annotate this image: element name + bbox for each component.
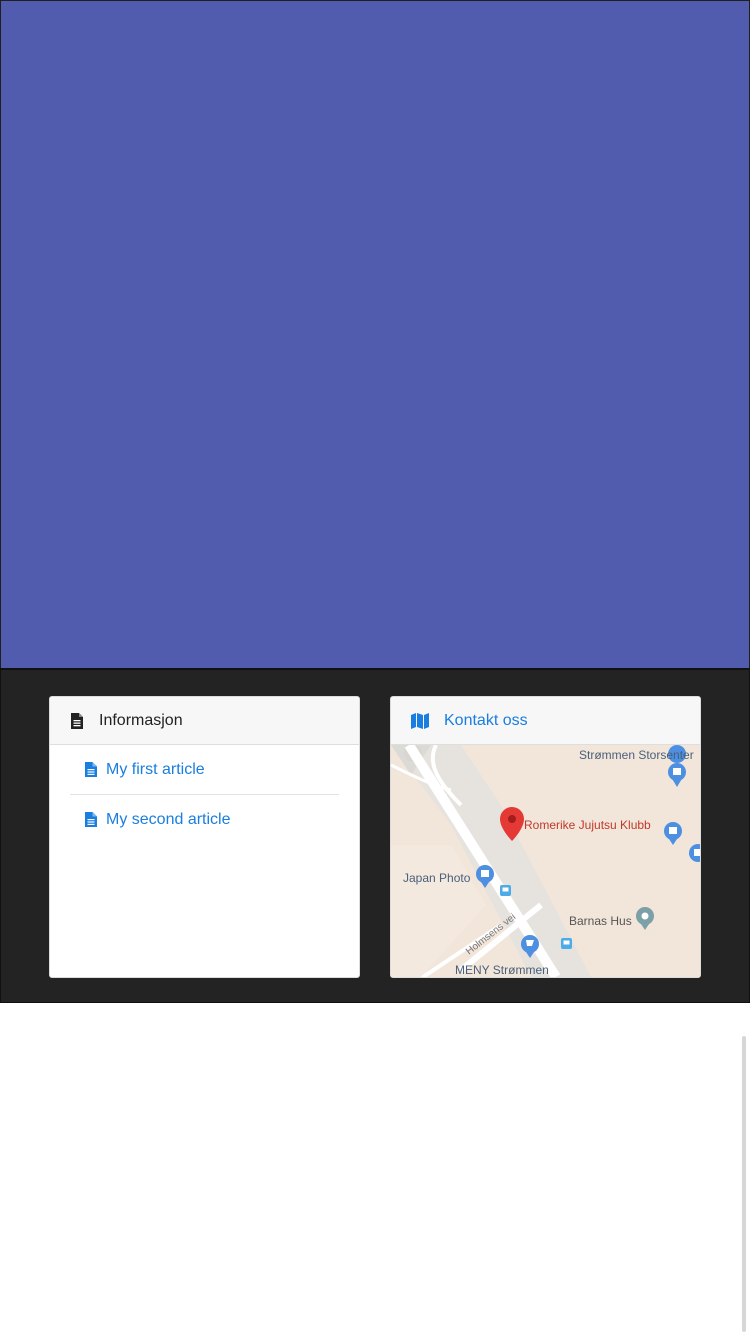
article-list: My first article My second article — [50, 745, 359, 844]
bus-stop-icon — [561, 938, 572, 949]
info-card: Informasjon My first article My second a… — [49, 696, 360, 978]
article-link-second[interactable]: My second article — [70, 795, 339, 844]
contact-card: Kontakt oss Strømmen Storsenter Romerike… — [390, 696, 701, 978]
map-label-barnas-hus: Barnas Hus — [569, 914, 632, 928]
footer: Informasjon My first article My second a… — [0, 668, 750, 1003]
article-link-label[interactable]: My first article — [106, 761, 205, 779]
contact-card-title[interactable]: Kontakt oss — [444, 712, 528, 730]
info-card-title: Informasjon — [99, 711, 183, 729]
map-label-club: Romerike Jujutsu Klubb — [524, 818, 651, 832]
scrollbar[interactable] — [742, 1036, 746, 1332]
map-icon — [411, 712, 429, 729]
location-map[interactable]: Strømmen Storsenter Romerike Jujutsu Klu… — [391, 745, 700, 977]
bus-stop-icon — [500, 885, 511, 896]
document-icon — [71, 712, 83, 729]
map-canvas[interactable]: Strømmen Storsenter Romerike Jujutsu Klu… — [391, 745, 700, 977]
info-card-header: Informasjon — [50, 697, 359, 745]
map-label-storsenter: Strømmen Storsenter — [579, 748, 694, 762]
map-label-japan-photo: Japan Photo — [403, 871, 471, 885]
document-icon — [85, 762, 97, 777]
article-link-first[interactable]: My first article — [70, 745, 339, 795]
contact-card-header[interactable]: Kontakt oss — [391, 697, 700, 745]
article-link-label[interactable]: My second article — [106, 811, 231, 829]
map-label-meny: MENY Strømmen — [455, 963, 549, 977]
hero-banner — [0, 0, 750, 668]
document-icon — [85, 812, 97, 827]
